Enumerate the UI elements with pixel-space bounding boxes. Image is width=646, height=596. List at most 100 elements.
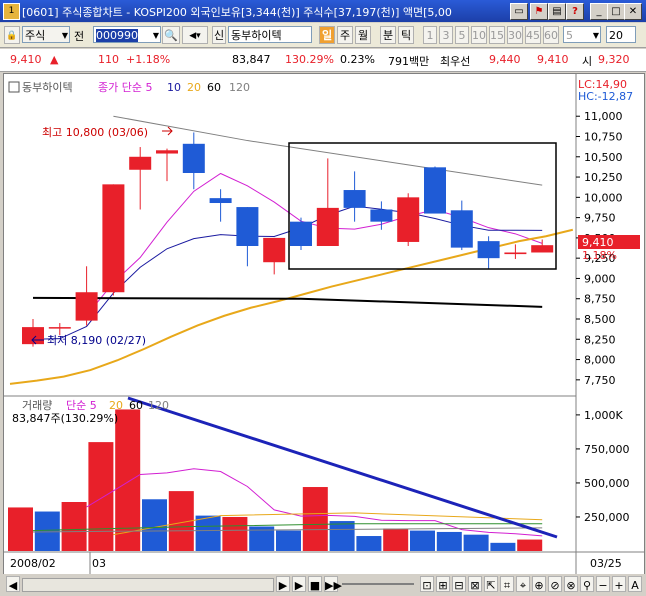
volume-bar — [463, 534, 489, 551]
price-tick-label: 8,250 — [584, 333, 616, 346]
legend-stock-name: 동부하이텍 — [22, 80, 73, 94]
interval-60-button[interactable]: 60 — [543, 26, 559, 44]
legend-volume: 거래량 — [22, 399, 52, 412]
volume-bar — [222, 516, 248, 551]
period-tick-button[interactable]: 틱 — [398, 26, 414, 44]
candle-body — [450, 210, 473, 248]
price-tick-label: 10,500 — [584, 151, 623, 164]
period-month-button[interactable]: 월 — [355, 26, 371, 44]
market-select[interactable]: 주식 ▼ — [22, 26, 70, 43]
chevron-down-icon: ▼ — [61, 31, 68, 40]
text-tool-icon[interactable]: A — [628, 576, 642, 592]
tool-icon[interactable]: ⌗ — [500, 576, 514, 592]
period-minute-button[interactable]: 분 — [380, 26, 396, 44]
price-tick-label: 9,000 — [584, 272, 616, 285]
tool-icon[interactable]: ⊟ — [452, 576, 466, 592]
candle-body — [531, 245, 554, 253]
interval-15-button[interactable]: 15 — [489, 26, 505, 44]
volume-bar — [276, 530, 301, 551]
sin-label[interactable]: 신 — [212, 26, 226, 44]
tool-icon[interactable]: ⊗ — [564, 576, 578, 592]
interval-1-button[interactable]: 1 — [423, 26, 437, 44]
volume-tick-label: 750,000 — [584, 443, 630, 456]
candle-body — [424, 167, 446, 214]
highlight-box — [288, 142, 557, 270]
play-back-icon[interactable]: ▶ — [292, 576, 306, 592]
candle-body — [48, 327, 71, 329]
legend-vol-ma60: 60 — [129, 399, 143, 412]
price-tick-label: 10,250 — [584, 171, 623, 184]
high-arrow-icon — [162, 126, 173, 136]
tool-icon[interactable]: ⊡ — [420, 576, 434, 592]
stock-chart: 동부하이텍 종가 단순 5 10 20 60 120 거래량 단순 5 20 6… — [4, 74, 644, 574]
horizontal-scrollbar[interactable] — [22, 578, 274, 592]
flag-icon[interactable]: ⚑ — [530, 3, 548, 20]
speaker-icon[interactable]: ◀▾ — [182, 26, 208, 44]
tool-icon[interactable]: ⇱ — [484, 576, 498, 592]
minus-icon[interactable]: − — [596, 576, 610, 592]
price-tick-label: 8,500 — [584, 313, 616, 326]
interval-3-button[interactable]: 3 — [439, 26, 453, 44]
period-week-button[interactable]: 주 — [337, 26, 353, 44]
legend-ma5: 종가 단순 5 — [98, 81, 152, 94]
interval-10-button[interactable]: 10 — [471, 26, 487, 44]
candle-body — [316, 207, 339, 246]
maximize-button[interactable]: □ — [607, 3, 625, 20]
tool-icon[interactable]: ⊠ — [468, 576, 482, 592]
count-input[interactable]: 20 — [606, 26, 636, 43]
plus-icon[interactable]: + — [612, 576, 626, 592]
stock-name-field: 동부하이텍 — [228, 26, 312, 43]
chart-area[interactable]: 동부하이텍 종가 단순 5 10 20 60 120 거래량 단순 5 20 6… — [3, 73, 645, 575]
bid-price: 9,410 — [537, 53, 569, 66]
tool-icon[interactable]: ⊕ — [532, 576, 546, 592]
up-arrow-icon: ▲ — [50, 53, 59, 66]
lock-icon[interactable]: 🔒 — [4, 26, 20, 44]
candle-body — [370, 209, 393, 222]
volume-ratio: 130.29% — [285, 53, 334, 66]
restore-icon[interactable]: ▭ — [510, 3, 528, 20]
tool-icon[interactable]: ⌖ — [516, 576, 530, 592]
interval-5-button[interactable]: 5 — [455, 26, 469, 44]
minimize-button[interactable]: _ — [590, 3, 608, 20]
x-label-start: 2008/02 — [10, 557, 56, 570]
interval-select[interactable]: 5 ▼ — [563, 26, 601, 43]
open-label: 시 — [582, 55, 593, 68]
close-button[interactable]: ✕ — [624, 3, 642, 20]
scroll-right-icon[interactable]: ▶ — [276, 576, 290, 592]
print-icon[interactable]: ▤ — [548, 3, 566, 20]
low-annotation: 최저 8,190 (02/27) — [47, 334, 146, 347]
ma120-line — [32, 296, 543, 308]
code-value: 000990 — [96, 29, 138, 42]
zoom-icon[interactable]: ⚲ — [580, 576, 594, 592]
volume-bar — [61, 502, 87, 551]
help-icon[interactable]: ? — [566, 3, 584, 20]
scroll-left-icon[interactable]: ◀ — [6, 576, 20, 592]
x-label-end: 03/25 — [590, 557, 622, 570]
price-tick-label: 7,750 — [584, 374, 616, 387]
interval-30-button[interactable]: 30 — [507, 26, 523, 44]
magnifier-icon[interactable]: 🔍 — [162, 26, 180, 44]
price-tick-label: 10,750 — [584, 131, 623, 144]
volume-tick-label: 1,000K — [584, 409, 623, 422]
current-price-tag: 9,410 — [582, 236, 614, 249]
price-change-pct: +1.18% — [126, 53, 171, 66]
volume-bar — [115, 409, 141, 551]
speed-slider[interactable] — [342, 583, 414, 585]
fast-forward-icon[interactable]: ▶▶ — [324, 576, 342, 592]
prefix-label: 전 — [74, 30, 85, 43]
tool-icon[interactable]: ⊞ — [436, 576, 450, 592]
volume-bar — [383, 528, 409, 551]
interval-45-button[interactable]: 45 — [525, 26, 541, 44]
price-tick-label: 9,750 — [584, 212, 616, 225]
tool-icon[interactable]: ⊘ — [548, 576, 562, 592]
price-legend: 동부하이텍 종가 단순 5 10 20 60 120 — [8, 80, 250, 94]
code-input[interactable]: 000990 ▼ — [93, 26, 161, 43]
interval-select-value: 5 — [566, 29, 573, 42]
price-tick-label: 8,000 — [584, 354, 616, 367]
volume-bar — [410, 530, 435, 551]
turnover-value: 0.23% — [340, 53, 375, 66]
period-day-button[interactable]: 일 — [319, 26, 335, 44]
volume-bar — [329, 521, 355, 551]
stop-icon[interactable]: ■ — [308, 576, 322, 592]
best-quote-label: 최우선 — [440, 55, 471, 68]
